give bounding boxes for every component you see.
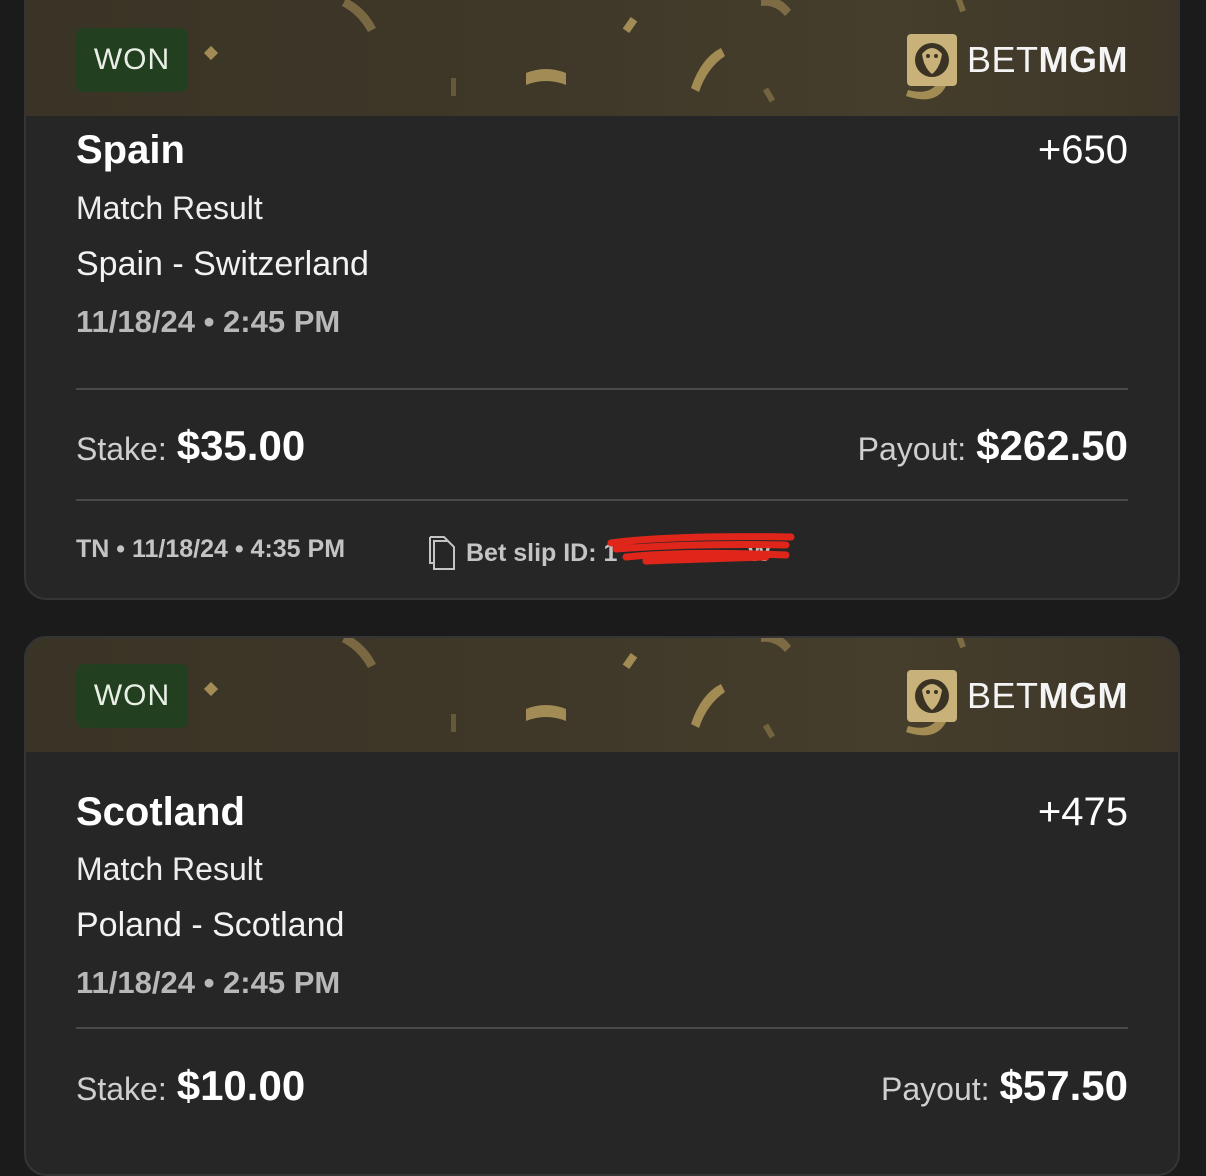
betmgm-lion-logo-icon [907,34,957,86]
event-name[interactable]: Spain - Switzerland [76,245,1128,284]
divider [76,499,1128,501]
stake-payout-row: Stake: $35.00 Payout: $262.50 [76,422,1128,470]
payout-group: Payout: $57.50 [881,1062,1128,1110]
won-banner: WON BETMGM [26,0,1178,116]
selection-name: Scotland [76,790,245,834]
odds-value: +650 [1037,128,1128,172]
redaction-scribble [607,532,795,564]
selection-name: Spain [76,128,185,172]
event-datetime: 11/18/24 • 2:45 PM [76,304,341,339]
stake-label: Stake: [76,431,167,467]
event-datetime: 11/18/24 • 2:45 PM [76,965,341,1000]
market-name: Match Result [76,190,263,226]
stake-label: Stake: [76,1071,167,1107]
payout-group: Payout: $262.50 [858,422,1128,470]
bet-slip-copy-icon[interactable] [426,535,456,571]
payout-value: $262.50 [976,422,1128,469]
divider [76,1027,1128,1029]
betmgm-wordmark: BETMGM [967,39,1128,80]
bet-footer: TN • 11/18/24 • 4:35 PM Bet slip ID: 1W [76,532,1128,570]
betmgm-logo: BETMGM [907,34,1128,86]
won-status-badge: WON [76,28,188,92]
bet-slip-id[interactable]: Bet slip ID: 1W [426,532,795,571]
payout-label: Payout: [881,1071,990,1107]
stake-payout-row: Stake: $10.00 Payout: $57.50 [76,1062,1128,1110]
betmgm-logo: BETMGM [907,670,1128,722]
bet-card[interactable]: WON BETMGM Spain +650 Match Result Spain… [24,0,1180,600]
bet-card[interactable]: WON BETMGM Scotland +475 Match Result Po… [24,636,1180,1176]
event-name[interactable]: Poland - Scotland [76,906,1128,945]
won-banner: WON BETMGM [26,638,1178,752]
market-name: Match Result [76,851,263,887]
betmgm-lion-logo-icon [907,670,957,722]
betmgm-wordmark: BETMGM [967,675,1128,716]
selection-row: Spain +650 [76,128,1128,173]
odds-value: +475 [1037,790,1128,834]
selection-row: Scotland +475 [76,790,1128,835]
payout-value: $57.50 [999,1062,1128,1109]
stake-value: $35.00 [176,422,306,469]
payout-label: Payout: [857,431,967,467]
won-status-badge: WON [76,664,188,728]
divider [76,388,1128,390]
placed-info: TN • 11/18/24 • 4:35 PM [76,535,346,563]
bet-slip-label: Bet slip ID: 1 [466,538,618,567]
stake-value: $10.00 [176,1062,306,1109]
